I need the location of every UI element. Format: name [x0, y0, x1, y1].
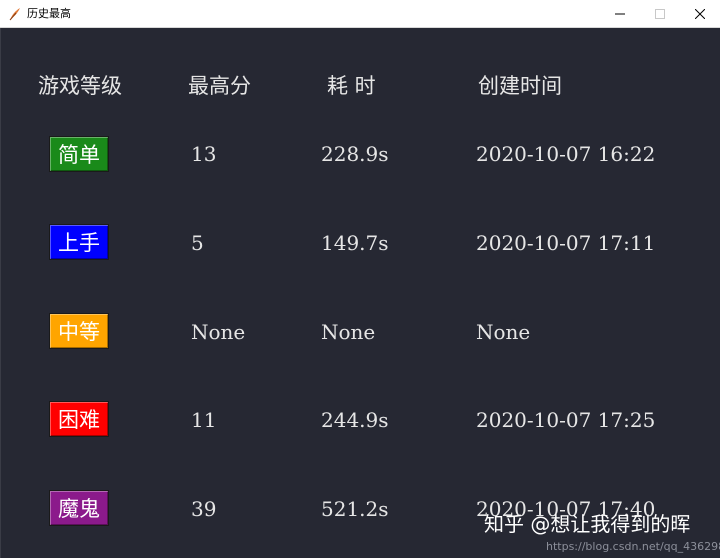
close-icon — [695, 9, 705, 19]
level-button-hard[interactable]: 困难 — [49, 401, 109, 437]
created-cell: None — [476, 320, 531, 344]
watermark-text: 知乎 @想让我得到的晖 — [484, 512, 691, 536]
maximize-icon — [655, 9, 665, 19]
header-time-used: 耗 时 — [327, 74, 376, 98]
score-cell: 11 — [191, 408, 217, 432]
created-cell: 2020-10-07 17:11 — [476, 231, 656, 255]
time-cell: 149.7s — [321, 231, 389, 255]
created-cell: 2020-10-07 17:25 — [476, 408, 656, 432]
level-button-medium[interactable]: 中等 — [49, 313, 109, 349]
time-cell: 244.9s — [321, 408, 389, 432]
score-cell: 5 — [191, 231, 204, 255]
maximize-button[interactable] — [640, 0, 680, 28]
close-button[interactable] — [680, 0, 720, 28]
created-cell: 2020-10-07 16:22 — [476, 142, 656, 166]
score-cell: None — [191, 320, 246, 344]
header-level: 游戏等级 — [38, 74, 122, 98]
watermark-url: https://blog.csdn.net/qq_43629857 — [546, 540, 720, 553]
level-button-beginner[interactable]: 上手 — [49, 224, 109, 260]
time-cell: 521.2s — [321, 497, 389, 521]
history-table: 游戏等级 最高分 耗 时 创建时间 简单 13 228.9s 2020-10-0… — [1, 28, 719, 558]
feather-icon — [7, 6, 23, 22]
level-button-devil[interactable]: 魔鬼 — [49, 490, 109, 526]
level-button-easy[interactable]: 简单 — [49, 136, 109, 172]
title-bar: 历史最高 — [0, 0, 720, 28]
window-title: 历史最高 — [27, 7, 71, 20]
score-cell: 13 — [191, 142, 217, 166]
time-cell: 228.9s — [321, 142, 389, 166]
minimize-button[interactable] — [600, 0, 640, 28]
time-cell: None — [321, 320, 376, 344]
score-cell: 39 — [191, 497, 217, 521]
header-best-score: 最高分 — [188, 74, 251, 98]
minimize-icon — [615, 9, 625, 19]
header-created-time: 创建时间 — [478, 74, 562, 98]
